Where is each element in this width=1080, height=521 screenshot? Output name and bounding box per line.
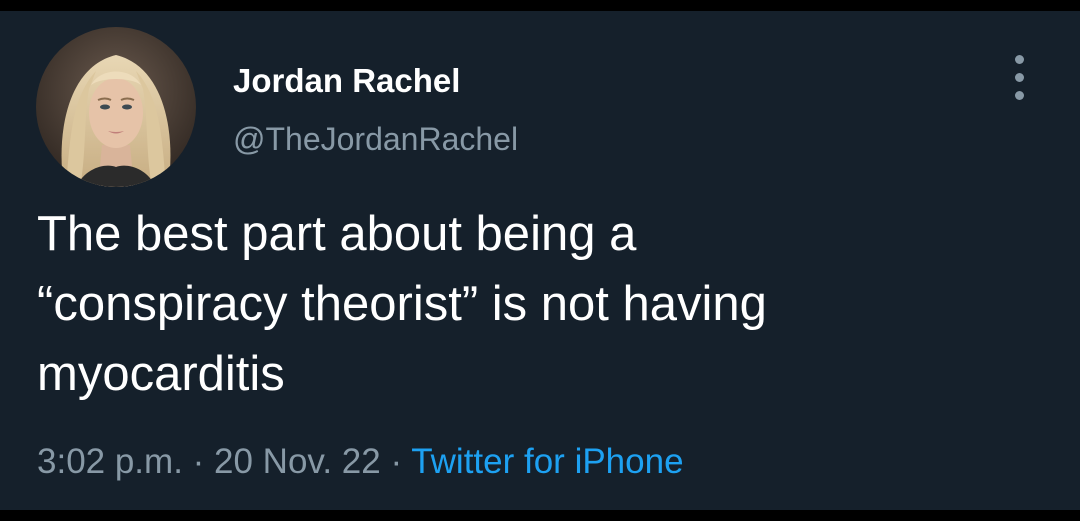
tweet-date[interactable]: 20 Nov. 22 [214,442,381,481]
tweet-card: Jordan Rachel @TheJordanRachel The best … [0,11,1080,510]
tweet-text-line: myocarditis [37,347,285,401]
tweet-text-line: “conspiracy theorist” is not having [37,277,767,331]
tweet-meta: 3:02 p.m. · 20 Nov. 22 · Twitter for iPh… [37,441,684,483]
meta-separator: · [182,442,215,481]
meta-separator: · [380,442,412,481]
more-options-button[interactable] [1003,55,1037,101]
more-vertical-icon-dot [1015,73,1024,82]
more-vertical-icon [1015,55,1024,64]
more-vertical-icon-dot [1015,91,1024,100]
tweet-source-link[interactable]: Twitter for iPhone [411,442,683,481]
tweet-text: The best part about being a “conspiracy … [37,199,1047,409]
tweet-text-line: The best part about being a [37,207,637,261]
avatar[interactable] [36,27,196,187]
tweet-time[interactable]: 3:02 p.m. [37,442,183,481]
author-handle[interactable]: @TheJordanRachel [233,119,518,159]
author-display-name[interactable]: Jordan Rachel [233,61,460,101]
